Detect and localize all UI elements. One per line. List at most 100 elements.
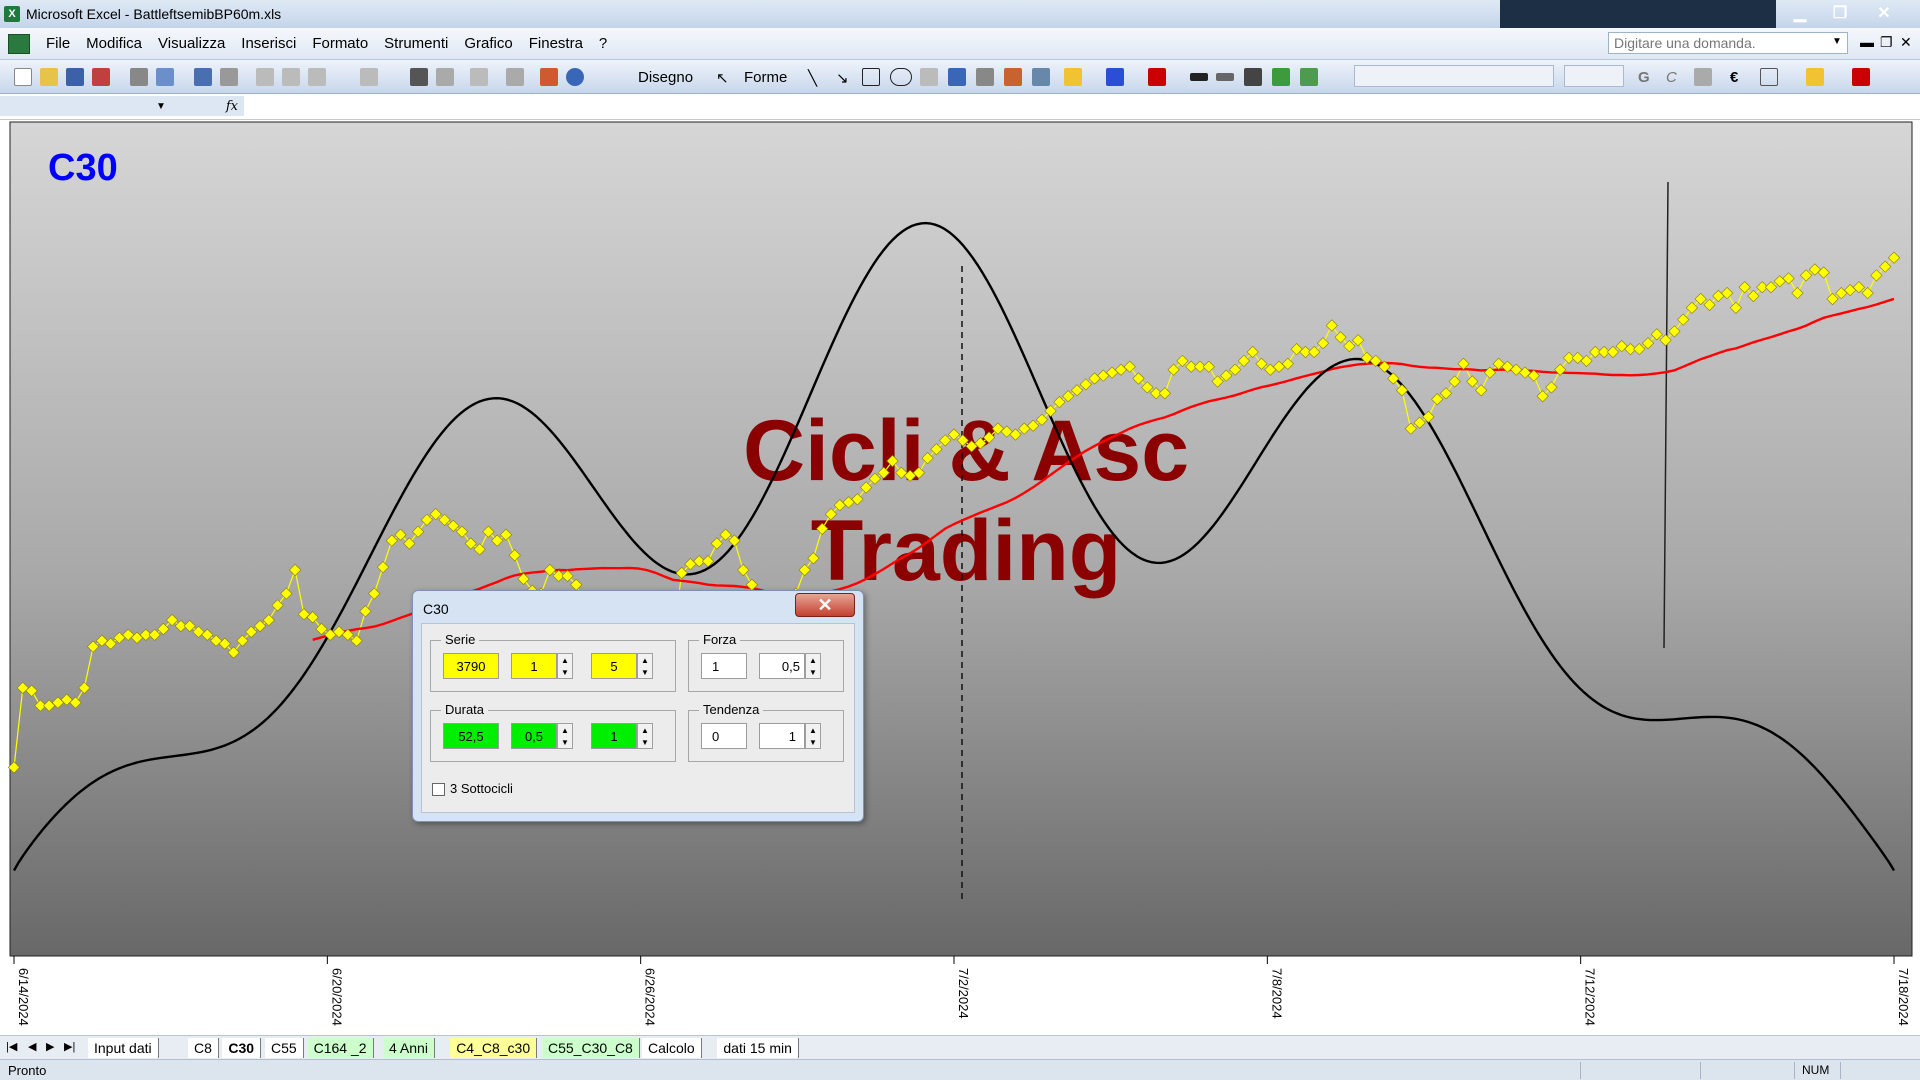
sheet-tab[interactable]: 4 Anni <box>383 1038 435 1058</box>
shadow-icon[interactable] <box>1272 68 1290 86</box>
oval-icon[interactable] <box>890 68 912 86</box>
textbox-icon[interactable] <box>920 68 938 86</box>
help-icon[interactable] <box>566 68 584 86</box>
subcycles-checkbox[interactable] <box>432 783 445 796</box>
arrow-style-icon[interactable] <box>1244 68 1262 86</box>
font-color-icon[interactable] <box>1148 68 1166 86</box>
chevron-down-icon[interactable]: ▼ <box>150 96 172 116</box>
spin-down-icon[interactable]: ▼ <box>806 666 820 678</box>
dash-style-icon[interactable] <box>1216 73 1234 81</box>
print-preview-icon[interactable] <box>156 68 174 86</box>
paste-icon[interactable] <box>308 68 326 86</box>
save-icon[interactable] <box>66 68 84 86</box>
wordart-icon[interactable] <box>948 68 966 86</box>
fx-icon[interactable]: fx <box>172 96 244 116</box>
font-color-2-icon[interactable] <box>1852 68 1870 86</box>
3d-icon[interactable] <box>1300 68 1318 86</box>
menu-file[interactable]: File <box>38 35 78 52</box>
serie-step-spinner[interactable]: ▲ ▼ <box>557 653 573 679</box>
spin-up-icon[interactable]: ▲ <box>806 724 820 736</box>
durata-step-field[interactable]: 0,5 <box>511 723 557 749</box>
shapes-menu[interactable]: Forme <box>744 69 787 86</box>
diagram-icon[interactable] <box>976 68 994 86</box>
arrow-icon[interactable]: ↘ <box>836 69 849 87</box>
forza-value-field[interactable]: 1 <box>701 653 747 679</box>
sum-icon[interactable] <box>470 68 488 86</box>
menu-grafico[interactable]: Grafico <box>456 35 520 52</box>
sheet-tab[interactable]: C55 <box>265 1038 304 1058</box>
rectangle-icon[interactable] <box>862 68 880 86</box>
dialog-close-button[interactable]: ✕ <box>795 593 855 617</box>
euro-icon[interactable]: € <box>1730 69 1738 86</box>
ask-question-input[interactable]: Digitare una domanda. <box>1608 32 1848 54</box>
first-sheet-icon[interactable]: |◀ <box>6 1040 17 1053</box>
doc-minimize-icon[interactable]: ▬ <box>1860 34 1874 50</box>
menu-inserisci[interactable]: Inserisci <box>233 35 304 52</box>
sheet-tab[interactable]: C4_C8_c30 <box>450 1038 538 1058</box>
durata-count-field[interactable]: 1 <box>591 723 637 749</box>
prev-sheet-icon[interactable]: ◀ <box>28 1040 36 1053</box>
menu-formato[interactable]: Formato <box>304 35 376 52</box>
menu-help[interactable]: ? <box>591 35 615 52</box>
chart-wizard-icon[interactable] <box>540 68 558 86</box>
chart-menu-icon[interactable] <box>8 33 30 54</box>
serie-count-field[interactable]: 5 <box>591 653 637 679</box>
durata-count-spinner[interactable]: ▲ ▼ <box>637 723 653 749</box>
picture-icon[interactable] <box>1032 68 1050 86</box>
tendenza-step-field[interactable]: 1 <box>759 723 805 749</box>
hyperlink-icon[interactable] <box>410 68 428 86</box>
copy-icon[interactable] <box>282 68 300 86</box>
maximize-button[interactable]: ❐ <box>1820 2 1860 24</box>
spelling-icon[interactable] <box>194 68 212 86</box>
sheet-tab[interactable]: C8 <box>188 1038 219 1058</box>
doc-close-icon[interactable]: ✕ <box>1900 34 1912 51</box>
last-sheet-icon[interactable]: ▶| <box>64 1040 75 1053</box>
permission-icon[interactable] <box>92 68 110 86</box>
open-icon[interactable] <box>40 68 58 86</box>
line-color-icon[interactable] <box>1106 68 1124 86</box>
spin-down-icon[interactable]: ▼ <box>638 736 652 748</box>
clipart-icon[interactable] <box>1004 68 1022 86</box>
menu-strumenti[interactable]: Strumenti <box>376 35 456 52</box>
spin-up-icon[interactable]: ▲ <box>638 724 652 736</box>
sheet-tab[interactable]: C164 _2 <box>307 1038 374 1058</box>
spin-up-icon[interactable]: ▲ <box>558 654 572 666</box>
line-icon[interactable]: ╲ <box>808 69 817 87</box>
next-sheet-icon[interactable]: ▶ <box>46 1040 54 1053</box>
durata-step-spinner[interactable]: ▲ ▼ <box>557 723 573 749</box>
print-icon[interactable] <box>130 68 148 86</box>
tendenza-spinner[interactable]: ▲ ▼ <box>805 723 821 749</box>
tendenza-value-field[interactable]: 0 <box>701 723 747 749</box>
sheet-tab[interactable]: C30 <box>222 1038 262 1058</box>
chevron-down-icon[interactable]: ▼ <box>1832 36 1842 47</box>
forza-spinner[interactable]: ▲ ▼ <box>805 653 821 679</box>
fill-color-icon[interactable] <box>1064 68 1082 86</box>
undo-icon[interactable] <box>360 68 378 86</box>
font-size-select[interactable] <box>1564 65 1624 87</box>
sheet-tab[interactable]: dati 15 min <box>717 1038 799 1058</box>
drawing-menu[interactable]: Disegno <box>638 69 693 86</box>
sheet-tab[interactable]: Calcolo <box>642 1038 702 1058</box>
align-icon[interactable] <box>1694 68 1712 86</box>
forza-step-field[interactable]: 0,5 <box>759 653 805 679</box>
spin-down-icon[interactable]: ▼ <box>558 666 572 678</box>
spin-down-icon[interactable]: ▼ <box>638 666 652 678</box>
line-style-icon[interactable] <box>1190 73 1208 81</box>
menu-visualizza[interactable]: Visualizza <box>150 35 233 52</box>
select-objects-icon[interactable]: ↖ <box>716 69 729 87</box>
bold-icon[interactable]: G <box>1638 69 1650 86</box>
doc-restore-icon[interactable]: ❐ <box>1880 34 1893 51</box>
menu-modifica[interactable]: Modifica <box>78 35 150 52</box>
menu-finestra[interactable]: Finestra <box>521 35 591 52</box>
font-name-select[interactable] <box>1354 65 1554 87</box>
spin-down-icon[interactable]: ▼ <box>806 736 820 748</box>
research-icon[interactable] <box>220 68 238 86</box>
name-box[interactable] <box>0 96 150 116</box>
minimize-button[interactable]: ▁ <box>1780 2 1820 24</box>
chart-area[interactable]: Cicli & Asc Trading C30 6/14/2024 6/20/20… <box>0 120 1920 1035</box>
spin-down-icon[interactable]: ▼ <box>558 736 572 748</box>
serie-step-field[interactable]: 1 <box>511 653 557 679</box>
fill-icon[interactable] <box>1806 68 1824 86</box>
spin-up-icon[interactable]: ▲ <box>638 654 652 666</box>
italic-icon[interactable]: C <box>1666 69 1677 86</box>
